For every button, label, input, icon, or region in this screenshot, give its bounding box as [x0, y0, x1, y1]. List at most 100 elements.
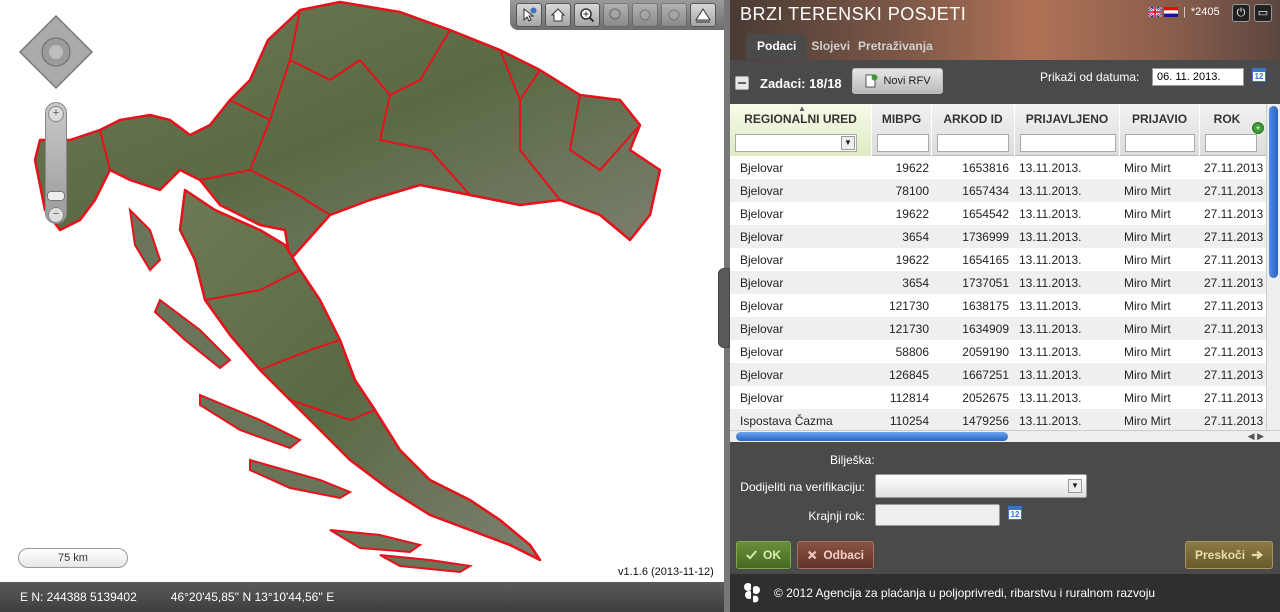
home-icon[interactable]: [545, 3, 571, 27]
assign-verification-select[interactable]: ▼: [875, 474, 1087, 498]
side-panel: BRZI TERENSKI POSJETI | *2405 ⏻ ▭ Podaci…: [730, 0, 1280, 612]
cell-prijavio: Miro Mirt: [1124, 276, 1171, 290]
date-filter-input[interactable]: [1152, 68, 1244, 86]
add-column-icon[interactable]: +: [1252, 122, 1264, 134]
pan-control[interactable]: [18, 14, 94, 90]
table-row[interactable]: Bjelovar 121730 1638175 13.11.2013. Miro Mir…: [730, 294, 1266, 317]
tasks-toolbar: Zadaci: 18/18 Novi RFV Prikaži od datuma…: [730, 60, 1280, 100]
deadline-input[interactable]: [875, 504, 1000, 526]
filter-mibpg[interactable]: [877, 134, 929, 152]
chevron-down-icon[interactable]: ▼: [841, 136, 855, 150]
horizontal-scrollbar[interactable]: ◀ ▶: [730, 430, 1280, 442]
cell-prijavio: Miro Mirt: [1124, 368, 1171, 382]
pan-icon[interactable]: [632, 3, 658, 27]
scroll-arrows-icon[interactable]: ◀ ▶: [1248, 431, 1264, 442]
croatia-map[interactable]: [0, 0, 724, 582]
tab-pretrazivanja[interactable]: Pretraživanja: [854, 34, 937, 59]
zoom-out-icon[interactable]: [603, 3, 629, 27]
column-mibpg[interactable]: MIBPG: [872, 104, 932, 156]
table-row[interactable]: Bjelovar 112814 2052675 13.11.2013. Miro Mir…: [730, 386, 1266, 409]
table-row[interactable]: Bjelovar 78100 1657434 13.11.2013. Miro Mirt…: [730, 179, 1266, 202]
cell-arkod-id: 1653816: [962, 161, 1009, 175]
zoom-slider-thumb[interactable]: [47, 191, 65, 201]
measure-icon[interactable]: [690, 3, 716, 27]
cell-prijavljeno: 13.11.2013.: [1019, 391, 1082, 405]
cell-arkod-id: 1737051: [962, 276, 1009, 290]
cell-prijavio: Miro Mirt: [1124, 414, 1171, 428]
column-prijavio[interactable]: PRIJAVIO: [1120, 104, 1200, 156]
cell-rok: 27.11.2013: [1204, 161, 1264, 175]
column-arkod-id[interactable]: ARKOD ID: [932, 104, 1015, 156]
cell-regionalni-ured: Bjelovar: [740, 253, 784, 267]
cell-prijavljeno: 13.11.2013.: [1019, 161, 1082, 175]
new-rfv-button[interactable]: Novi RFV: [852, 68, 943, 94]
filter-regionalni-ured[interactable]: ▼: [735, 134, 857, 152]
filter-rok[interactable]: [1205, 134, 1257, 152]
vertical-scrollbar[interactable]: [1266, 104, 1280, 430]
calendar-icon[interactable]: 12: [1252, 68, 1266, 82]
ok-button[interactable]: OK: [736, 541, 791, 569]
tab-podaci[interactable]: Podaci: [746, 34, 808, 59]
agency-logo-icon: [744, 583, 760, 605]
table-header: ▲ REGIONALNI URED ▼ MIBPG ARKOD ID PRIJA…: [730, 104, 1280, 156]
cell-arkod-id: 1654165: [962, 253, 1009, 267]
flag-croatia-icon[interactable]: [1164, 7, 1178, 17]
tasks-table: ▲ REGIONALNI URED ▼ MIBPG ARKOD ID PRIJA…: [730, 104, 1280, 442]
cell-prijavio: Miro Mirt: [1124, 345, 1171, 359]
chevron-down-icon[interactable]: ▼: [1068, 479, 1082, 493]
scroll-thumb[interactable]: [1269, 106, 1278, 278]
zoom-in-icon[interactable]: [574, 3, 600, 27]
map-view[interactable]: + − 75 km v1.1.6 (2013-11-12): [0, 0, 724, 582]
cell-prijavljeno: 13.11.2013.: [1019, 207, 1082, 221]
new-rfv-label: Novi RFV: [883, 75, 931, 87]
table-row[interactable]: Bjelovar 19622 1654542 13.11.2013. Miro Mirt…: [730, 202, 1266, 225]
splitter-grip[interactable]: [718, 268, 730, 348]
cell-prijavljeno: 13.11.2013.: [1019, 276, 1082, 290]
pointer-info-icon[interactable]: [516, 3, 542, 27]
date-filter-label: Prikaži od datuma:: [1040, 70, 1140, 84]
table-row[interactable]: Bjelovar 3654 1737051 13.11.2013. Miro Mirt 2…: [730, 271, 1266, 294]
zoom-plus-button[interactable]: +: [48, 106, 64, 122]
cell-rok: 27.11.2013: [1204, 184, 1264, 198]
table-row[interactable]: Bjelovar 58806 2059190 13.11.2013. Miro Mirt…: [730, 340, 1266, 363]
cell-prijavio: Miro Mirt: [1124, 161, 1171, 175]
coordinates-en: E N: 244388 5139402: [20, 590, 137, 604]
table-row[interactable]: Bjelovar 19622 1654165 13.11.2013. Miro Mirt…: [730, 248, 1266, 271]
table-row[interactable]: Bjelovar 3654 1736999 13.11.2013. Miro Mirt 2…: [730, 225, 1266, 248]
cell-prijavljeno: 13.11.2013.: [1019, 322, 1082, 336]
filter-arkod-id[interactable]: [937, 134, 1009, 152]
assign-label: Dodijeliti na verifikaciju:: [740, 480, 865, 494]
cell-regionalni-ured: Bjelovar: [740, 322, 784, 336]
history-icon[interactable]: [661, 3, 687, 27]
calendar-icon[interactable]: 12: [1008, 506, 1022, 520]
user-id: *2405: [1190, 6, 1220, 18]
cell-prijavio: Miro Mirt: [1124, 184, 1171, 198]
tab-slojevi[interactable]: Slojevi: [807, 34, 854, 59]
language-selector[interactable]: | *2405: [1148, 6, 1220, 18]
cell-regionalni-ured: Ispostava Čazma: [740, 414, 833, 428]
scroll-thumb[interactable]: [736, 432, 1008, 441]
filter-prijavljeno[interactable]: [1020, 134, 1116, 152]
cancel-button[interactable]: Odbaci: [797, 541, 874, 569]
collapse-icon[interactable]: [735, 76, 749, 90]
map-island: [199, 393, 302, 450]
maximize-icon[interactable]: ▭: [1254, 4, 1272, 22]
column-regionalni-ured[interactable]: ▲ REGIONALNI URED ▼: [730, 104, 872, 156]
cell-regionalni-ured: Bjelovar: [740, 184, 784, 198]
table-body: Bjelovar 19622 1653816 13.11.2013. Miro Mirt…: [730, 156, 1266, 430]
table-row[interactable]: Bjelovar 121730 1634909 13.11.2013. Miro Mir…: [730, 317, 1266, 340]
power-icon[interactable]: ⏻: [1232, 4, 1250, 22]
table-row[interactable]: Bjelovar 19622 1653816 13.11.2013. Miro Mirt…: [730, 156, 1266, 179]
table-row[interactable]: Ispostava Čazma 110254 1479256 13.11.2013. M…: [730, 409, 1266, 430]
cell-rok: 27.11.2013: [1204, 391, 1264, 405]
skip-button[interactable]: Preskoči: [1185, 541, 1273, 569]
table-row[interactable]: Bjelovar 126845 1667251 13.11.2013. Miro Mir…: [730, 363, 1266, 386]
coordinates-latlon: 46°20'45,85'' N 13°10'44,56'' E: [170, 590, 335, 604]
cell-regionalni-ured: Bjelovar: [740, 345, 784, 359]
column-prijavljeno[interactable]: PRIJAVLJENO: [1015, 104, 1120, 156]
zoom-slider[interactable]: + −: [45, 102, 67, 224]
cell-prijavljeno: 13.11.2013.: [1019, 345, 1082, 359]
flag-uk-icon[interactable]: [1148, 7, 1162, 17]
zoom-minus-button[interactable]: −: [48, 207, 64, 223]
filter-prijavio[interactable]: [1125, 134, 1195, 152]
